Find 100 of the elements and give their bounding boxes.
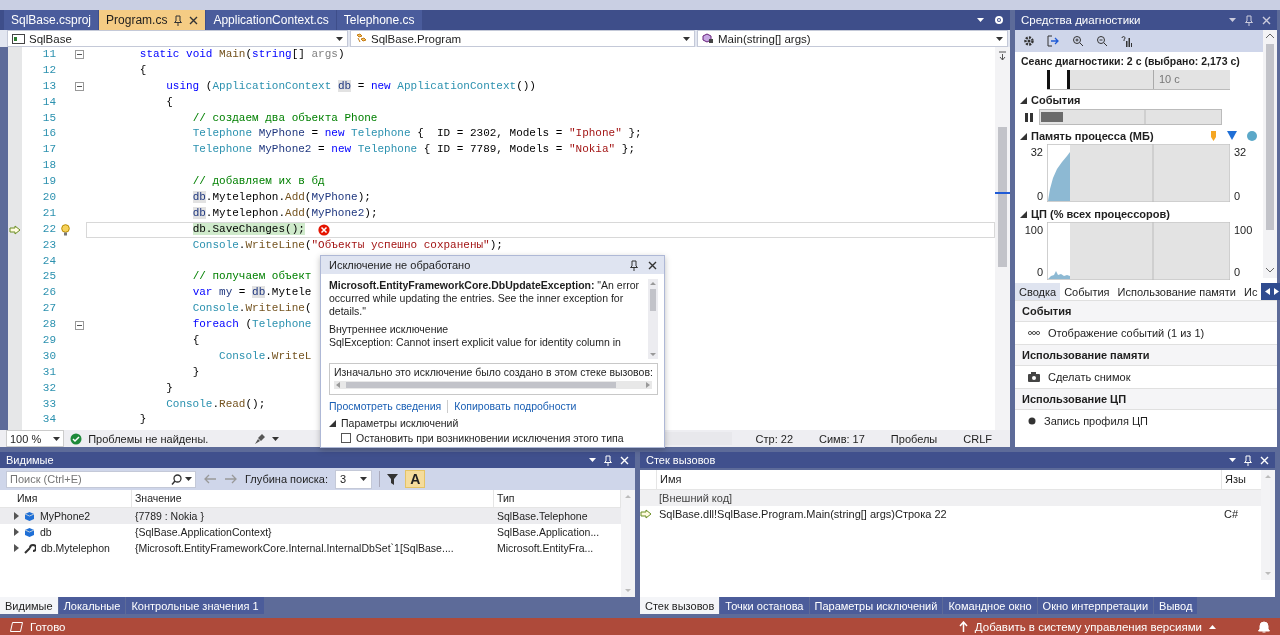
object-icon bbox=[24, 510, 35, 522]
panel-tab[interactable]: Контрольные значения 1 bbox=[126, 597, 264, 614]
axis-label: 32 bbox=[1234, 146, 1248, 158]
settings-icon[interactable] bbox=[1023, 35, 1035, 47]
stack-trace-note: Изначально это исключение было создано в этом стеке вызовов: bbox=[334, 366, 653, 379]
table-row[interactable]: db {SqlBase.ApplicationContext} SqlBase.Application... bbox=[0, 524, 621, 540]
caret-icon[interactable] bbox=[185, 477, 192, 481]
ruler-label: 10 с bbox=[1153, 70, 1230, 89]
expander-triangle-icon[interactable] bbox=[1020, 210, 1027, 218]
document-tab[interactable]: Program.cs bbox=[99, 10, 206, 30]
column-header: Значение bbox=[132, 490, 494, 507]
search-depth-label: Глубина поиска: bbox=[245, 473, 329, 485]
indent-mode: Пробелы bbox=[889, 432, 939, 445]
tab-scroll-arrows-icon[interactable] bbox=[1261, 283, 1280, 300]
collapse-icon[interactable] bbox=[74, 82, 84, 92]
expander-triangle-icon[interactable] bbox=[329, 419, 336, 427]
expander-triangle-icon[interactable] bbox=[1020, 96, 1027, 104]
case-toggle-button[interactable]: A bbox=[405, 470, 426, 488]
zoom-in-icon[interactable] bbox=[1072, 35, 1084, 47]
search-depth-dropdown[interactable]: 3 bbox=[335, 469, 373, 489]
vertical-scrollbar[interactable] bbox=[995, 47, 1010, 430]
panel-tab[interactable]: Командное окно bbox=[943, 597, 1037, 614]
panel-tab[interactable]: Стек вызовов bbox=[640, 597, 720, 614]
panel-tab[interactable]: Видимые bbox=[0, 597, 58, 614]
variable-type: SqlBase.Application... bbox=[496, 526, 601, 538]
code-text: { bbox=[166, 94, 173, 110]
pin-icon[interactable] bbox=[630, 259, 638, 271]
diagnostics-tab[interactable]: Сводка bbox=[1015, 283, 1061, 300]
code-text: foreach (Telephone bbox=[192, 317, 312, 333]
table-row[interactable]: MyPhone2 {7789 : Nokia } SqlBase.Telephone bbox=[0, 508, 621, 524]
popup-scrollbar[interactable] bbox=[648, 279, 658, 359]
code-text: db.Mytelephon.Add(MyPhone2); bbox=[192, 205, 378, 221]
zoom-dropdown[interactable]: 100 % bbox=[6, 430, 65, 447]
export-icon[interactable] bbox=[1047, 35, 1060, 47]
variable-value: {7789 : Nokia } bbox=[134, 510, 205, 522]
code-text: { bbox=[192, 333, 200, 349]
table-row[interactable]: db.Mytelephon {Microsoft.EntityFrameworkCore.Internal.InternalDbSet`1[SqlBase.... Microsoft.EntityFra... bbox=[0, 540, 621, 556]
source-control-button[interactable]: Добавить в систему управления версиями bbox=[974, 620, 1202, 633]
close-icon[interactable] bbox=[648, 260, 657, 270]
bar-chart-icon[interactable] bbox=[1120, 35, 1132, 47]
panel-tab[interactable]: Точки останова bbox=[720, 597, 809, 614]
caret-icon[interactable] bbox=[683, 36, 690, 41]
line-number: 19 bbox=[41, 174, 57, 190]
caret-icon[interactable] bbox=[996, 36, 1003, 41]
close-icon[interactable] bbox=[189, 15, 199, 25]
caret-icon[interactable] bbox=[272, 436, 280, 441]
summary-action-link[interactable]: Отображение событий (1 из 1) bbox=[1048, 327, 1205, 339]
vertical-scrollbar[interactable] bbox=[1263, 30, 1277, 278]
line-number: 11 bbox=[41, 47, 57, 62]
search-field[interactable]: Поиск (Ctrl+E) bbox=[6, 470, 196, 488]
vertical-scrollbar[interactable] bbox=[1261, 470, 1275, 580]
stack-frame: SqlBase.dll!SqlBase.Program.Main(string[] args)Строка 22 bbox=[656, 508, 1221, 520]
caret-icon[interactable] bbox=[336, 36, 343, 41]
panel-tab[interactable]: Параметры исключений bbox=[809, 597, 943, 614]
document-tab[interactable]: SqlBase.csproj bbox=[4, 10, 99, 30]
snapshot-marker-icon bbox=[1210, 131, 1217, 141]
panel-tab[interactable]: Вывод bbox=[1154, 597, 1198, 614]
class-icon bbox=[355, 33, 367, 44]
caret-icon[interactable] bbox=[1229, 458, 1236, 462]
brush-icon[interactable] bbox=[254, 432, 267, 445]
popup-link[interactable]: Просмотреть сведения bbox=[329, 400, 442, 413]
code-text: Console.WriteL bbox=[219, 348, 312, 364]
popup-link[interactable]: Копировать подробности bbox=[454, 400, 577, 413]
caret-icon[interactable] bbox=[53, 436, 61, 441]
line-number: 22 bbox=[41, 221, 57, 237]
summary-action-link[interactable]: Запись профиля ЦП bbox=[1044, 415, 1148, 427]
filter-icon[interactable] bbox=[387, 473, 399, 485]
caret-icon[interactable] bbox=[589, 458, 596, 462]
summary-heading: События bbox=[1015, 300, 1277, 322]
caret-icon[interactable] bbox=[360, 477, 368, 481]
horizontal-scrollbar[interactable] bbox=[334, 381, 652, 389]
vertical-scrollbar[interactable] bbox=[621, 490, 635, 597]
collapse-icon[interactable] bbox=[74, 320, 84, 330]
pin-icon[interactable] bbox=[174, 14, 183, 26]
pause-icon[interactable] bbox=[1025, 112, 1033, 122]
member-dropdown[interactable]: Main(string[] args) bbox=[697, 30, 1008, 47]
document-tab[interactable]: Telephone.cs bbox=[336, 10, 422, 30]
lightbulb-icon[interactable] bbox=[60, 223, 70, 236]
checkbox[interactable] bbox=[341, 433, 351, 443]
column-header: Имя bbox=[656, 470, 1221, 489]
project-dropdown[interactable]: SqlBase bbox=[7, 30, 348, 47]
collapse-icon[interactable] bbox=[74, 50, 84, 60]
expander-triangle-icon[interactable] bbox=[1020, 132, 1027, 140]
document-tab[interactable]: ApplicationContext.cs bbox=[206, 10, 336, 30]
caret-up-icon[interactable] bbox=[1209, 624, 1216, 629]
caret-icon[interactable] bbox=[977, 18, 984, 22]
zoom-out-icon[interactable] bbox=[1096, 35, 1108, 47]
notification-bell-icon[interactable] bbox=[1258, 620, 1270, 633]
line-number: 32 bbox=[41, 380, 57, 396]
line-number: 26 bbox=[41, 285, 57, 301]
line-number: 18 bbox=[41, 158, 57, 174]
code-text: Console.Read(); bbox=[166, 396, 266, 412]
type-dropdown[interactable]: SqlBase.Program bbox=[350, 30, 695, 47]
panel-tab[interactable]: Локальные bbox=[58, 597, 126, 614]
summary-action-link[interactable]: Сделать снимок bbox=[1048, 371, 1131, 383]
status-text: Готово bbox=[30, 620, 66, 633]
panel-tab[interactable]: Окно интерпретации bbox=[1037, 597, 1154, 614]
axis-label: 32 bbox=[1029, 146, 1043, 158]
code-text: // получаем объект bbox=[192, 269, 312, 285]
code-text: using (ApplicationContext db = new ApplicationContext()) bbox=[166, 78, 536, 94]
